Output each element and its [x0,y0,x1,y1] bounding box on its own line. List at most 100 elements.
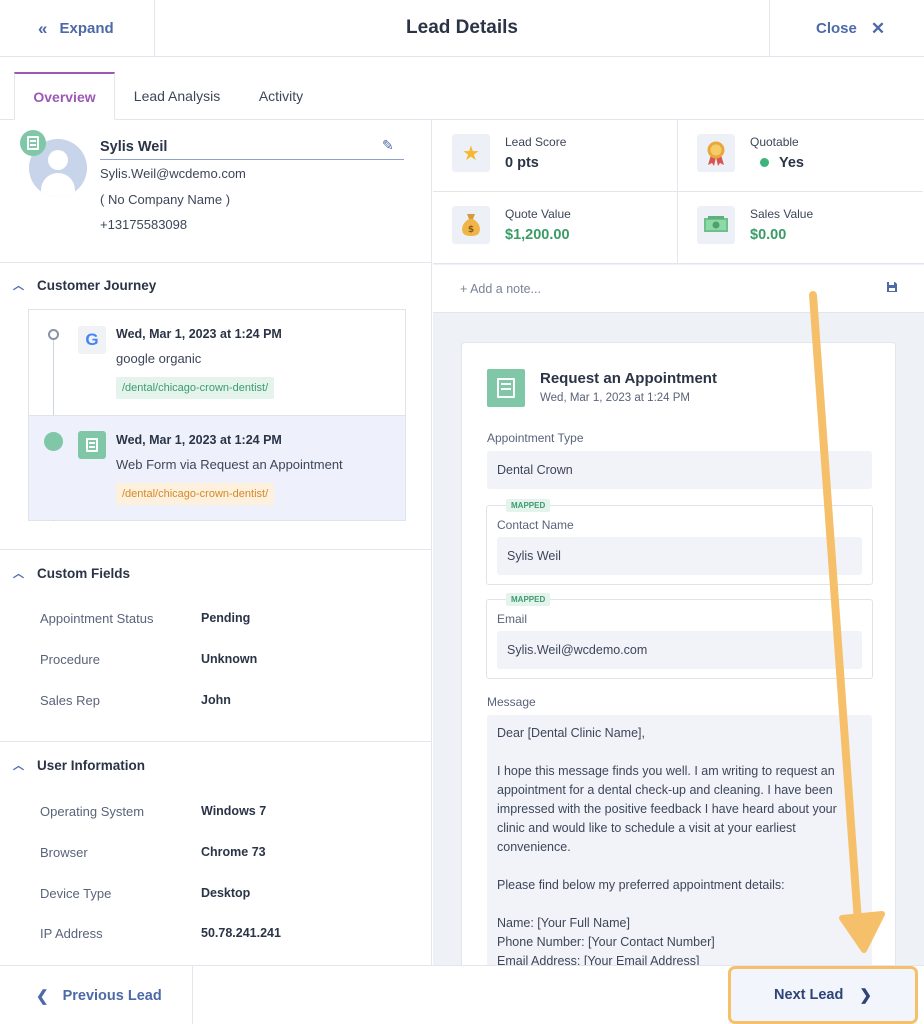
appointment-type-field: Dental Crown [487,451,872,489]
field-label: Procedure [40,652,100,667]
mapped-badge: MAPPED [506,499,551,512]
mapped-badge: MAPPED [506,593,551,606]
message-greeting: Dear [Dental Clinic Name], [497,726,645,740]
message-field: Dear [Dental Clinic Name], I hope this m… [487,715,872,981]
message-line: Phone Number: [Your Contact Number] [497,935,715,949]
journey-path-tag: /dental/chicago-crown-dentist/ [116,377,275,399]
journey-item[interactable]: Wed, Mar 1, 2023 at 1:24 PM Web Form via… [29,415,405,520]
journey-source: Web Form via Request an Appointment [116,457,343,472]
field-label: IP Address [40,926,103,941]
expand-label: Expand [59,20,114,37]
stat-label: Quotable [750,135,799,149]
contact-name-mapped: MAPPED Contact Name Sylis Weil [486,499,873,585]
profile-card: Sylis Weil ✎ Sylis.Weil@wcdemo.com ( No … [0,120,432,263]
stat-label: Sales Value [750,207,814,221]
stat-label: Quote Value [505,207,571,221]
next-lead-button[interactable]: Next Lead ❯ [728,966,918,1024]
field-value: Pending [201,611,251,625]
contact-name-field: Sylis Weil [497,537,862,575]
journey-date: Wed, Mar 1, 2023 at 1:24 PM [116,327,282,341]
tab-bar: Overview Lead Analysis Activity [0,58,924,120]
section-title: Customer Journey [37,277,157,293]
form-icon [20,130,46,156]
cash-icon [697,206,735,244]
page-title: Lead Details [406,17,518,38]
close-icon: ✕ [870,18,886,38]
award-icon [697,134,735,172]
sales-value-stat: Sales Value $0.00 [678,192,923,264]
customer-journey-list: G Wed, Mar 1, 2023 at 1:24 PM google org… [28,309,406,521]
stat-value: 0 pts [505,155,539,171]
left-panel: Sylis Weil ✎ Sylis.Weil@wcdemo.com ( No … [0,120,432,965]
form-icon [78,431,106,459]
pencil-icon[interactable]: ✎ [382,137,394,154]
card-date: Wed, Mar 1, 2023 at 1:24 PM [540,392,691,404]
field-label: Contact Name [497,518,574,532]
lead-phone: +13175583098 [100,217,188,232]
section-title: User Information [37,757,146,773]
field-label: Message [487,695,536,709]
journey-path-tag: /dental/chicago-crown-dentist/ [116,483,275,505]
money-bag-icon: $ [452,206,490,244]
field-label: Operating System [40,804,145,819]
email-mapped: MAPPED Email Sylis.Weil@wcdemo.com [486,593,873,679]
stat-label: Lead Score [505,135,567,149]
field-label: Device Type [40,886,112,901]
stat-value: $1,200.00 [505,227,570,243]
tab-lead-analysis[interactable]: Lead Analysis [125,72,229,120]
journey-source: google organic [116,351,202,366]
stat-value: Yes [750,155,804,171]
chevron-up-icon: ︿ [13,568,24,580]
field-label: Browser [40,845,88,860]
lead-email: Sylis.Weil@wcdemo.com [100,166,246,181]
previous-lead-label: Previous Lead [62,987,162,1004]
star-icon: ★ [452,134,490,172]
quotable-stat: Quotable Yes [678,120,923,192]
timeline-dot [44,432,63,451]
chevron-left-icon: ❮ [36,987,49,1005]
quote-value-stat: $ Quote Value $1,200.00 [433,192,678,264]
right-panel: ★ Lead Score 0 pts Quotable Yes $ Quote … [433,120,924,982]
close-label: Close [816,20,857,37]
form-submission-card: Request an Appointment Wed, Mar 1, 2023 … [461,342,896,982]
message-paragraph: I hope this message finds you well. I am… [497,764,837,854]
card-title: Request an Appointment [540,370,717,387]
customer-journey-toggle[interactable]: ︿ Customer Journey [0,265,432,305]
email-field: Sylis.Weil@wcdemo.com [497,631,862,669]
chevron-up-icon: ︿ [13,760,24,772]
journey-item[interactable]: G Wed, Mar 1, 2023 at 1:24 PM google org… [29,310,405,415]
save-icon[interactable] [886,281,898,296]
field-label: Email [497,612,528,626]
add-note-input[interactable]: + Add a note... [460,282,541,296]
google-icon: G [78,326,106,354]
field-label: Appointment Status [40,611,154,626]
field-value: 50.78.241.241 [201,926,281,940]
previous-lead-button[interactable]: ❮ Previous Lead [0,966,193,1024]
chevron-right-icon: ❯ [859,987,872,1004]
lead-score-stat: ★ Lead Score 0 pts [433,120,678,192]
custom-fields-toggle[interactable]: ︿ Custom Fields [0,553,432,593]
lead-name: Sylis Weil [100,139,404,160]
stats-grid: ★ Lead Score 0 pts Quotable Yes $ Quote … [433,120,924,264]
header: « Expand Lead Details Close ✕ [0,0,924,57]
message-paragraph: Please find below my preferred appointme… [497,878,785,892]
tab-activity[interactable]: Activity [248,72,314,120]
svg-text:$: $ [468,225,474,235]
field-label: Appointment Type [487,431,584,445]
tab-overview[interactable]: Overview [14,72,115,120]
user-information-toggle[interactable]: ︿ User Information [0,745,432,785]
next-lead-label: Next Lead [774,987,844,1003]
field-value: Chrome 73 [201,845,266,859]
field-value: Desktop [201,886,251,900]
footer: ❮ Previous Lead Next Lead ❯ [0,965,924,1024]
field-label: Sales Rep [40,693,100,708]
journey-date: Wed, Mar 1, 2023 at 1:24 PM [116,433,282,447]
field-value: Unknown [201,652,258,666]
section-title: Custom Fields [37,565,131,581]
form-icon [487,369,525,407]
message-line: Name: [Your Full Name] [497,916,630,930]
timeline-dot [48,329,59,340]
close-button[interactable]: Close ✕ [769,0,924,57]
stat-value: $0.00 [750,227,787,243]
expand-button[interactable]: « Expand [0,0,155,57]
